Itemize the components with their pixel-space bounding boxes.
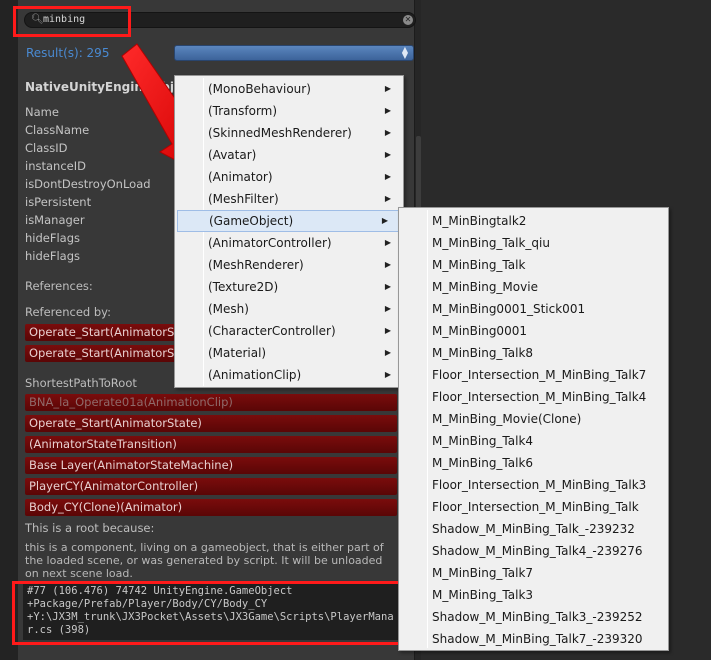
menu-item-label: (Texture2D) xyxy=(208,280,279,294)
submenu-arrow-icon: ▶ xyxy=(384,172,391,181)
field-label: ClassName xyxy=(25,123,90,137)
field-label: isManager xyxy=(25,213,85,227)
clear-icon[interactable]: ✕ xyxy=(403,15,413,25)
path-row[interactable]: PlayerCY(AnimatorController) xyxy=(25,478,397,495)
path-row[interactable]: BNA_la_Operate01a(AnimationClip) xyxy=(25,394,397,411)
menu-item[interactable]: (MeshFilter) ▶ xyxy=(175,188,403,210)
field-label: isDontDestroyOnLoad xyxy=(25,177,151,191)
submenu-item[interactable]: M_MinBing0001 xyxy=(399,320,667,342)
field-label: ClassID xyxy=(25,141,68,155)
submenu-arrow-icon: ▶ xyxy=(384,326,391,335)
path-row[interactable]: Operate_Start(AnimatorState) xyxy=(25,415,397,432)
object-title: NativeUnityEngineObje xyxy=(25,80,183,94)
menu-item-label: (Mesh) xyxy=(208,302,249,316)
field-label: isPersistent xyxy=(25,195,92,209)
submenu-item[interactable]: M_MinBing_Movie(Clone) xyxy=(399,408,667,430)
submenu-arrow-icon: ▶ xyxy=(384,348,391,357)
stack-highlight-box xyxy=(12,581,409,645)
left-margin xyxy=(0,0,18,660)
root-reason-label: This is a root because: xyxy=(25,521,155,535)
menu-item[interactable]: (MonoBehaviour) ▶ xyxy=(175,78,403,100)
referenced-by-label: Referenced by: xyxy=(25,305,112,319)
submenu-item[interactable]: M_MinBing_Talk_qiu xyxy=(399,232,667,254)
submenu-item[interactable]: Floor_Intersection_M_MinBing_Talk3 xyxy=(399,474,667,496)
menu-item[interactable]: (Material) ▶ xyxy=(175,342,403,364)
submenu-arrow-icon: ▶ xyxy=(384,370,391,379)
submenu-arrow-icon: ▶ xyxy=(384,194,391,203)
menu-item[interactable]: (CharacterController) ▶ xyxy=(175,320,403,342)
menu-item-label: (GameObject) xyxy=(209,214,294,228)
shortest-path-label: ShortestPathToRoot xyxy=(25,376,137,390)
menu-item-label: (CharacterController) xyxy=(208,324,336,338)
submenu-item[interactable]: Shadow_M_MinBing_Talk4_-239276 xyxy=(399,540,667,562)
menu-item-label: (MonoBehaviour) xyxy=(208,82,311,96)
path-row[interactable]: Base Layer(AnimatorStateMachine) xyxy=(25,457,397,474)
submenu-item[interactable]: M_MinBing_Talk6 xyxy=(399,452,667,474)
submenu-arrow-icon: ▶ xyxy=(384,106,391,115)
submenu-arrow-icon: ▶ xyxy=(384,128,391,137)
menu-item-label: (Material) xyxy=(208,346,267,360)
references-label: References: xyxy=(25,279,93,293)
type-filter-dropdown[interactable]: ▲ ▼ xyxy=(174,45,414,61)
referenced-by-row[interactable]: Operate_Start(AnimatorSt xyxy=(25,345,177,362)
root-reason-line: on next scene load. xyxy=(25,567,133,580)
menu-item-label: (AnimationClip) xyxy=(208,368,302,382)
submenu-item[interactable]: Shadow_M_MinBing_Talk_-239232 xyxy=(399,518,667,540)
menu-item-label: (MeshRenderer) xyxy=(208,258,304,272)
menu-item-label: (MeshFilter) xyxy=(208,192,279,206)
menu-item[interactable]: (GameObject) ▶ xyxy=(177,210,401,232)
submenu-item[interactable]: Floor_Intersection_M_MinBing_Talk7 xyxy=(399,364,667,386)
submenu-arrow-icon: ▶ xyxy=(381,216,388,225)
field-label: hideFlags xyxy=(25,231,81,245)
menu-item[interactable]: (AnimationClip) ▶ xyxy=(175,364,403,386)
menu-item-label: (AnimatorController) xyxy=(208,236,332,250)
submenu-item[interactable]: Shadow_M_MinBing_Talk3_-239252 xyxy=(399,606,667,628)
menu-item[interactable]: (SkinnedMeshRenderer) ▶ xyxy=(175,122,403,144)
submenu-arrow-icon: ▶ xyxy=(384,150,391,159)
submenu-item[interactable]: Floor_Intersection_M_MinBing_Talk4 xyxy=(399,386,667,408)
referenced-by-row[interactable]: Operate_Start(AnimatorSt xyxy=(25,324,177,341)
submenu-item[interactable]: M_MinBing_Talk xyxy=(399,254,667,276)
submenu-item[interactable]: Floor_Intersection_M_MinBing_Talk xyxy=(399,496,667,518)
path-row[interactable]: Body_CY(Clone)(Animator) xyxy=(25,499,397,516)
submenu-arrow-icon: ▶ xyxy=(384,282,391,291)
menu-item[interactable]: (Mesh) ▶ xyxy=(175,298,403,320)
submenu-item[interactable]: Shadow_M_MinBing_Talk7_-239320 xyxy=(399,628,667,650)
menu-item-label: (Animator) xyxy=(208,170,273,184)
field-label: hideFlags xyxy=(25,249,81,263)
menu-item-label: (Transform) xyxy=(208,104,278,118)
field-label: instanceID xyxy=(25,159,86,173)
type-context-menu: (MonoBehaviour) ▶ (Transform) ▶ (SkinnedMesh… xyxy=(174,75,404,388)
field-label: Name xyxy=(25,105,59,119)
submenu-arrow-icon: ▶ xyxy=(384,238,391,247)
menu-item[interactable]: (AnimatorController) ▶ xyxy=(175,232,403,254)
submenu-item[interactable]: M_MinBing_Talk8 xyxy=(399,342,667,364)
submenu-item[interactable]: M_MinBing_Talk4 xyxy=(399,430,667,452)
menu-item[interactable]: (Animator) ▶ xyxy=(175,166,403,188)
menu-item[interactable]: (Avatar) ▶ xyxy=(175,144,403,166)
submenu-item[interactable]: M_MinBingtalk2 xyxy=(399,210,667,232)
search-highlight-box xyxy=(13,6,131,37)
gameobject-submenu: M_MinBingtalk2 M_MinBing_Talk_qiu M_MinBin… xyxy=(398,207,669,651)
dropdown-arrows-icon: ▲ ▼ xyxy=(401,45,408,60)
root-reason-line: this is a component, living on a gameobj… xyxy=(25,541,384,554)
menu-item[interactable]: (Transform) ▶ xyxy=(175,100,403,122)
menu-item[interactable]: (Texture2D) ▶ xyxy=(175,276,403,298)
path-row[interactable]: (AnimatorStateTransition) xyxy=(25,436,397,453)
submenu-arrow-icon: ▶ xyxy=(384,84,391,93)
menu-item-label: (SkinnedMeshRenderer) xyxy=(208,126,352,140)
submenu-arrow-icon: ▶ xyxy=(384,260,391,269)
root-reason-line: the loaded scene, or was generated by sc… xyxy=(25,554,383,567)
submenu-arrow-icon: ▶ xyxy=(384,304,391,313)
menu-item-label: (Avatar) xyxy=(208,148,257,162)
menu-item[interactable]: (MeshRenderer) ▶ xyxy=(175,254,403,276)
submenu-item[interactable]: M_MinBing_Talk3 xyxy=(399,584,667,606)
results-count: Result(s): 295 xyxy=(26,46,110,60)
submenu-item[interactable]: M_MinBing_Movie xyxy=(399,276,667,298)
submenu-item[interactable]: M_MinBing0001_Stick001 xyxy=(399,298,667,320)
submenu-item[interactable]: M_MinBing_Talk7 xyxy=(399,562,667,584)
